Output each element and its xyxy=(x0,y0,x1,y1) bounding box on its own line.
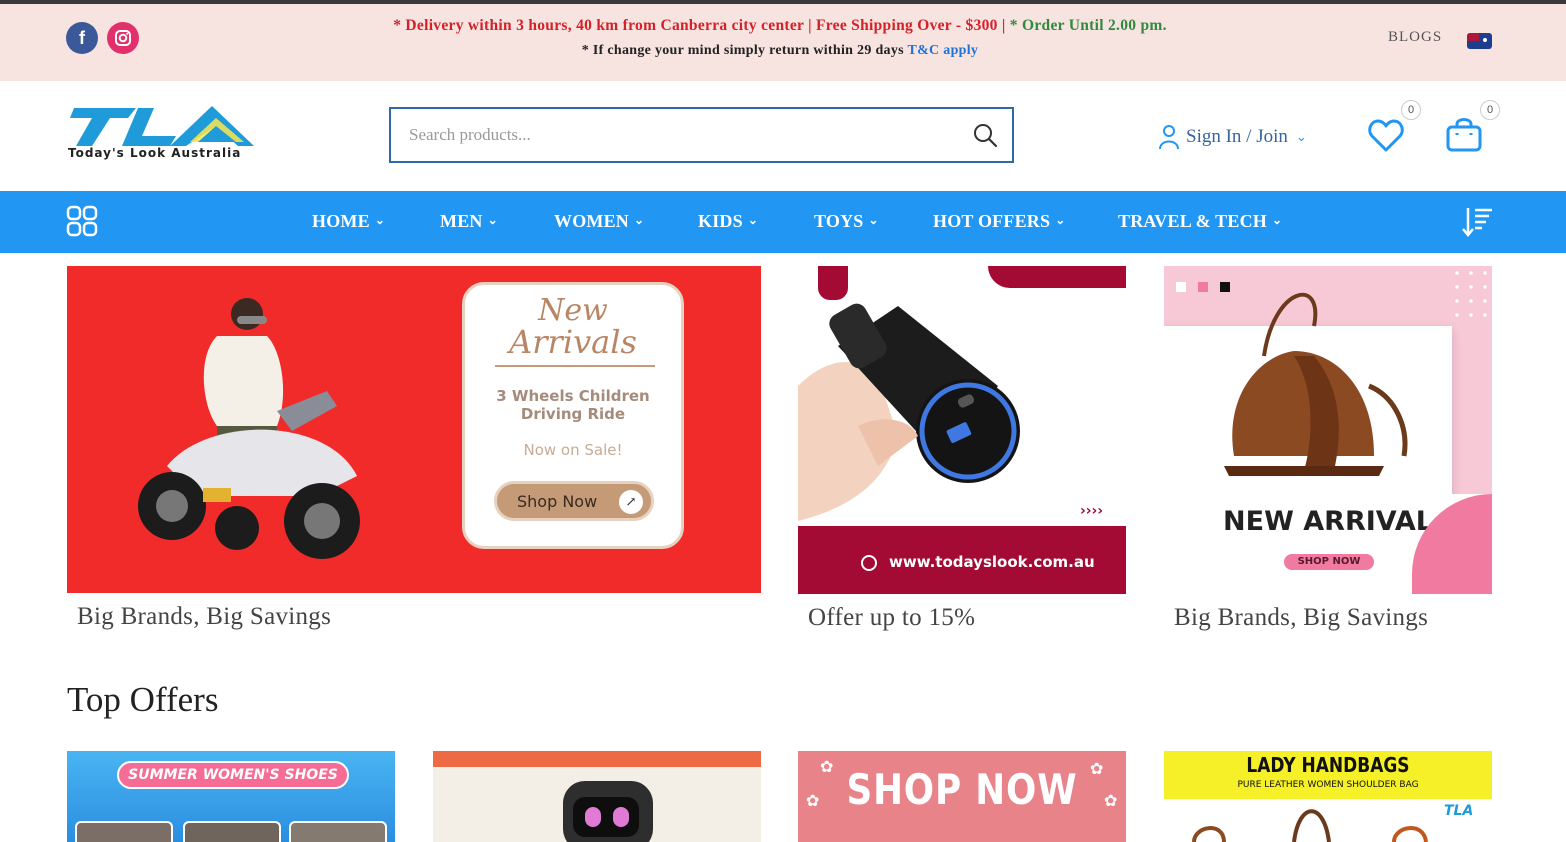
banner-kids-ride[interactable]: New Arrivals 3 Wheels Children Driving R… xyxy=(67,266,761,593)
search-input[interactable] xyxy=(409,109,949,161)
shop-now-heading: SHOP NOW xyxy=(846,765,1078,814)
arrows-decoration: ›››› xyxy=(1080,503,1104,519)
nav-item-kids[interactable]: KIDS ⌄ xyxy=(698,211,758,232)
nav-label: WOMEN xyxy=(554,211,629,231)
facebook-icon[interactable]: f xyxy=(66,22,98,54)
chevron-down-icon: ⌄ xyxy=(374,213,386,227)
chevron-down-icon: ⌄ xyxy=(747,213,759,227)
chevron-down-icon: ⌄ xyxy=(634,213,645,227)
sale-text: Now on Sale! xyxy=(523,441,623,459)
user-icon xyxy=(1159,125,1179,150)
arrivals-heading: Arrivals xyxy=(509,323,637,361)
banner-new-arrival-bag[interactable]: NEW ARRIVAL SHOP NOW xyxy=(1164,266,1492,594)
handbag-image xyxy=(1224,292,1408,476)
chevron-down-icon: ⌄ xyxy=(1271,213,1283,227)
nav-label: KIDS xyxy=(698,211,743,231)
nav-label: HOT OFFERS xyxy=(933,211,1051,231)
nav-item-toys[interactable]: TOYS ⌄ xyxy=(814,211,879,232)
banner-2-caption: Offer up to 15% xyxy=(808,604,976,631)
paw-icon: ✿ xyxy=(820,759,834,776)
main-nav xyxy=(0,191,1566,253)
australia-flag-icon[interactable] xyxy=(1467,33,1492,49)
nav-item-home[interactable]: HOME ⌄ xyxy=(312,211,385,232)
chevron-down-icon: ⌄ xyxy=(1295,129,1307,144)
nav-label: TOYS xyxy=(814,211,864,231)
search-icon[interactable] xyxy=(972,122,998,148)
new-arrival-panel: NEW ARRIVAL SHOP NOW xyxy=(1164,494,1492,594)
chevron-down-icon: ⌄ xyxy=(487,213,498,227)
site-url: www.todayslook.com.au xyxy=(889,553,1095,571)
new-arrivals-card: New Arrivals 3 Wheels Children Driving R… xyxy=(462,282,684,549)
offer-card-lady-handbags[interactable]: LADY HANDBAGS PURE LEATHER WOMEN SHOULDE… xyxy=(1164,751,1492,842)
banner-3-caption: Big Brands, Big Savings xyxy=(1174,604,1429,631)
car-charger-image xyxy=(798,303,1020,521)
search-box xyxy=(389,107,1014,163)
handbags-image xyxy=(1192,809,1428,842)
offer-card-women-shoes[interactable]: SUMMER WOMEN'S SHOES xyxy=(67,751,395,842)
robot-dog-image xyxy=(563,781,653,842)
offer-card-shop-now[interactable]: SHOP NOW ✿ ✿ ✿ ✿ xyxy=(798,751,1126,842)
nav-item-women[interactable]: WOMEN ⌄ xyxy=(554,211,644,232)
delivery-announcement: * Delivery within 3 hours, 40 km from Ca… xyxy=(300,17,1260,35)
nav-item-hot-offers[interactable]: HOT OFFERS ⌄ xyxy=(933,211,1065,232)
blogs-link[interactable]: BLOGS xyxy=(1388,29,1442,46)
nav-item-men[interactable]: MEN ⌄ xyxy=(440,211,498,232)
banner-car-charger[interactable]: ›››› www.todayslook.com.au xyxy=(798,266,1126,594)
shop-now-pill[interactable]: SHOP NOW xyxy=(1284,554,1374,570)
cart-count-badge: 0 xyxy=(1480,100,1500,120)
globe-icon xyxy=(861,555,877,571)
wishlist-count-badge: 0 xyxy=(1401,100,1421,120)
order-until-text: * Order Until 2.00 pm. xyxy=(1009,17,1167,34)
chevron-down-icon: ⌄ xyxy=(1055,213,1066,227)
arrow-icon: ↗ xyxy=(619,490,643,514)
paw-icon: ✿ xyxy=(1090,761,1104,778)
category-grid-icon[interactable] xyxy=(66,205,98,237)
shop-now-button[interactable]: Shop Now ↗ xyxy=(494,481,654,521)
wishlist-heart-icon[interactable] xyxy=(1366,116,1406,156)
instagram-icon[interactable] xyxy=(107,22,139,54)
chevron-down-icon: ⌄ xyxy=(868,213,879,227)
nav-item-travel-tech[interactable]: TRAVEL & TECH ⌄ xyxy=(1118,211,1282,232)
sign-in-link[interactable]: Sign In / Join ⌄ xyxy=(1158,124,1307,150)
banner-1-caption: Big Brands, Big Savings xyxy=(77,603,332,630)
tc-link[interactable]: T&C apply xyxy=(907,43,978,58)
offer-card-robot-dog[interactable] xyxy=(433,751,761,842)
delivery-text: * Delivery within 3 hours, 40 km from Ca… xyxy=(393,17,1006,34)
product-line-1: 3 Wheels Children xyxy=(496,387,650,405)
summer-shoes-label: SUMMER WOMEN'S SHOES xyxy=(117,761,349,789)
paw-icon: ✿ xyxy=(806,793,820,810)
url-strip: www.todayslook.com.au xyxy=(798,526,1126,594)
cart-bag-icon[interactable] xyxy=(1444,114,1484,154)
sort-menu-icon[interactable] xyxy=(1460,204,1494,238)
paw-icon: ✿ xyxy=(1104,793,1118,810)
shop-now-label: Shop Now xyxy=(517,492,598,511)
nav-label: MEN xyxy=(440,211,483,231)
nav-label: TRAVEL & TECH xyxy=(1118,211,1267,231)
sign-in-label: Sign In / Join xyxy=(1186,126,1288,147)
nav-label: HOME xyxy=(312,211,370,231)
return-text: * If change your mind simply return with… xyxy=(581,43,904,58)
product-line-2: Driving Ride xyxy=(520,405,626,423)
logo-subtitle: Today's Look Australia xyxy=(68,146,242,160)
top-offers-title: Top Offers xyxy=(67,680,219,719)
brand-tag-icon xyxy=(818,266,848,300)
return-announcement: * If change your mind simply return with… xyxy=(300,43,1260,59)
